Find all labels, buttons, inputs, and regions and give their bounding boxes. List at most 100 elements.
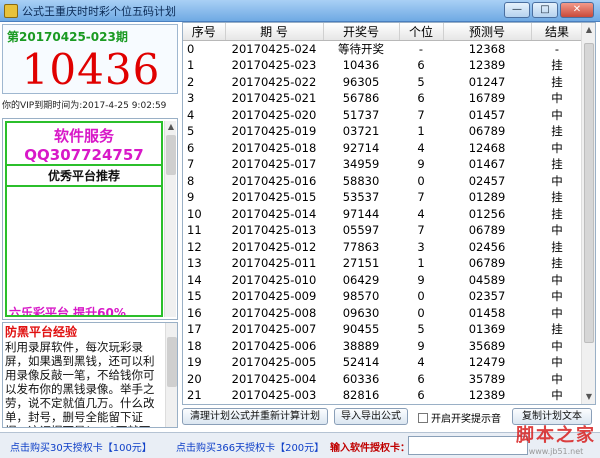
cell-prediction: 01458	[468, 305, 506, 320]
scroll-thumb[interactable]	[166, 135, 176, 175]
watermark-main: 脚本之家	[516, 425, 596, 446]
cell-index: 6	[187, 140, 195, 155]
table-row[interactable]: 11 20170425-013 05597 7 06789 中	[183, 222, 583, 239]
col-header-index[interactable]: 序号	[183, 23, 226, 41]
watermark: 脚本之家 www.jb51.net	[516, 421, 596, 456]
cell-unit-digit: 7	[417, 223, 425, 238]
tip-body: 利用录屏软件，每次玩彩录屏，如果遇到黑钱，还可以利用录像反敲一笔，不给钱你可以发…	[5, 340, 155, 427]
cell-period: 20170425-012	[231, 239, 317, 254]
scroll-thumb[interactable]	[584, 43, 594, 343]
license-input[interactable]	[408, 436, 528, 455]
scroll-down-icon[interactable]: ▼	[582, 390, 595, 404]
cell-result: 挂	[551, 74, 563, 89]
buy-30-day-link[interactable]: 点击购买30天授权卡【100元】	[10, 439, 152, 454]
table-row[interactable]: 2 20170425-022 96305 5 01247 挂	[183, 74, 583, 91]
cell-unit-digit: -	[418, 42, 424, 56]
cell-period: 20170425-016	[231, 173, 317, 188]
table-row[interactable]: 12 20170425-012 77863 3 02456 挂	[183, 239, 583, 256]
cell-period: 20170425-008	[231, 305, 317, 320]
cell-draw-number: 98570	[342, 289, 380, 304]
maximize-button[interactable]: □	[532, 2, 558, 18]
cell-period: 20170425-004	[231, 371, 317, 386]
col-header-prediction[interactable]: 预测号	[443, 23, 532, 41]
cell-draw-number: 77863	[342, 239, 380, 254]
table-row[interactable]: 7 20170425-017 34959 9 01467 挂	[183, 156, 583, 173]
cell-prediction: 04589	[468, 272, 506, 287]
cell-draw-number: 60336	[342, 371, 380, 386]
col-header-unit-digit[interactable]: 个位	[399, 23, 444, 41]
table-row[interactable]: 8 20170425-016 58830 0 02457 中	[183, 173, 583, 190]
scroll-up-icon[interactable]: ▲	[165, 121, 177, 133]
table-row[interactable]: 5 20170425-019 03721 1 06789 挂	[183, 123, 583, 140]
cell-result: 挂	[551, 322, 563, 337]
cell-result: -	[554, 42, 560, 56]
import-export-button[interactable]: 导入导出公式	[334, 408, 408, 425]
cell-unit-digit: 5	[417, 74, 425, 89]
table-row[interactable]: 14 20170425-010 06429 9 04589 中	[183, 272, 583, 289]
cell-unit-digit: 1	[417, 124, 425, 139]
table-row[interactable]: 18 20170425-006 38889 9 35689 中	[183, 338, 583, 355]
scroll-thumb[interactable]	[167, 337, 177, 387]
tip-scrollbar[interactable]	[165, 323, 177, 427]
table-scrollbar[interactable]: ▲ ▼	[581, 23, 595, 404]
col-header-result[interactable]: 结果	[531, 23, 584, 41]
sound-toggle[interactable]: 开启开奖提示音	[418, 410, 501, 425]
table-row[interactable]: 17 20170425-007 90455 5 01369 挂	[183, 321, 583, 338]
table-row[interactable]: 10 20170425-014 97144 4 01256 挂	[183, 206, 583, 223]
cell-period: 20170425-005	[231, 355, 317, 370]
cell-result: 中	[551, 305, 563, 320]
cell-prediction: 01457	[468, 107, 506, 122]
cell-prediction: 12468	[468, 140, 506, 155]
cell-prediction: 01369	[468, 322, 506, 337]
cell-result: 挂	[551, 157, 563, 172]
scroll-up-icon[interactable]: ▲	[582, 23, 595, 37]
sound-checkbox[interactable]	[418, 412, 428, 423]
table-row[interactable]: 1 20170425-023 10436 6 12389 挂	[183, 57, 583, 74]
cell-period: 20170425-021	[231, 91, 317, 106]
cell-index: 14	[187, 272, 202, 287]
cell-unit-digit: 6	[417, 371, 425, 386]
cell-draw-number: 58830	[342, 173, 380, 188]
service-scrollbar[interactable]: ▲	[164, 121, 176, 317]
minimize-button[interactable]: —	[504, 2, 530, 18]
table-row[interactable]: 15 20170425-009 98570 0 02357 中	[183, 288, 583, 305]
cell-index: 0	[187, 42, 195, 56]
recalculate-button[interactable]: 清理计划公式并重新计算计划	[182, 408, 328, 425]
table-row[interactable]: 19 20170425-005 52414 4 12479 中	[183, 354, 583, 371]
table-row[interactable]: 21 20170425-003 82816 6 12389 中	[183, 387, 583, 404]
cell-draw-number: 56786	[342, 91, 380, 106]
cell-draw-number: 06429	[342, 272, 380, 287]
tip-panel: 防黑平台经验 利用录屏软件，每次玩彩录屏，如果遇到黑钱，还可以利用录像反敲一笔，…	[2, 322, 178, 428]
cell-result: 中	[551, 173, 563, 188]
footer-bar: 点击购买30天授权卡【100元】 点击购买366天授权卡【200元】 输入软件授…	[0, 425, 600, 458]
cell-prediction: 06789	[468, 223, 506, 238]
tip-title: 防黑平台经验	[5, 325, 78, 339]
vip-expiry: 你的VIP到期时间为:2017-4-25 9:02:59	[2, 101, 167, 111]
cell-draw-number: 53537	[342, 190, 380, 205]
cell-unit-digit: 1	[417, 256, 425, 271]
table-row[interactable]: 16 20170425-008 09630 0 01458 中	[183, 305, 583, 322]
cell-draw-number: 03721	[342, 124, 380, 139]
cell-prediction: 01289	[468, 190, 506, 205]
table-row[interactable]: 4 20170425-020 51737 7 01457 中	[183, 107, 583, 124]
table-row[interactable]: 3 20170425-021 56786 6 16789 中	[183, 90, 583, 107]
table-row[interactable]: 6 20170425-018 92714 4 12468 中	[183, 140, 583, 157]
table-row[interactable]: 9 20170425-015 53537 7 01289 挂	[183, 189, 583, 206]
close-button[interactable]: ✕	[560, 2, 594, 18]
cell-result: 中	[551, 272, 563, 287]
cell-prediction: 35789	[468, 371, 506, 386]
col-header-draw[interactable]: 开奖号	[323, 23, 400, 41]
table-row[interactable]: 13 20170425-011 27151 1 06789 挂	[183, 255, 583, 272]
table-row[interactable]: 0 20170425-024 等待开奖 - 12368 -	[183, 41, 583, 58]
service-panel: 软件服务 QQ307724757 优秀平台推荐 六乐彩平台 提升60% ▲	[2, 118, 178, 320]
cell-index: 18	[187, 338, 202, 353]
cell-period: 20170425-024	[231, 42, 317, 56]
cell-prediction: 01247	[468, 74, 506, 89]
buy-366-day-link[interactable]: 点击购买366天授权卡【200元】	[176, 439, 324, 454]
table-row[interactable]: 20 20170425-004 60336 6 35789 中	[183, 371, 583, 388]
cell-period: 20170425-010	[231, 272, 317, 287]
cell-period: 20170425-017	[231, 157, 317, 172]
col-header-period[interactable]: 期 号	[225, 23, 324, 41]
cell-index: 4	[187, 107, 195, 122]
cell-period: 20170425-020	[231, 107, 317, 122]
